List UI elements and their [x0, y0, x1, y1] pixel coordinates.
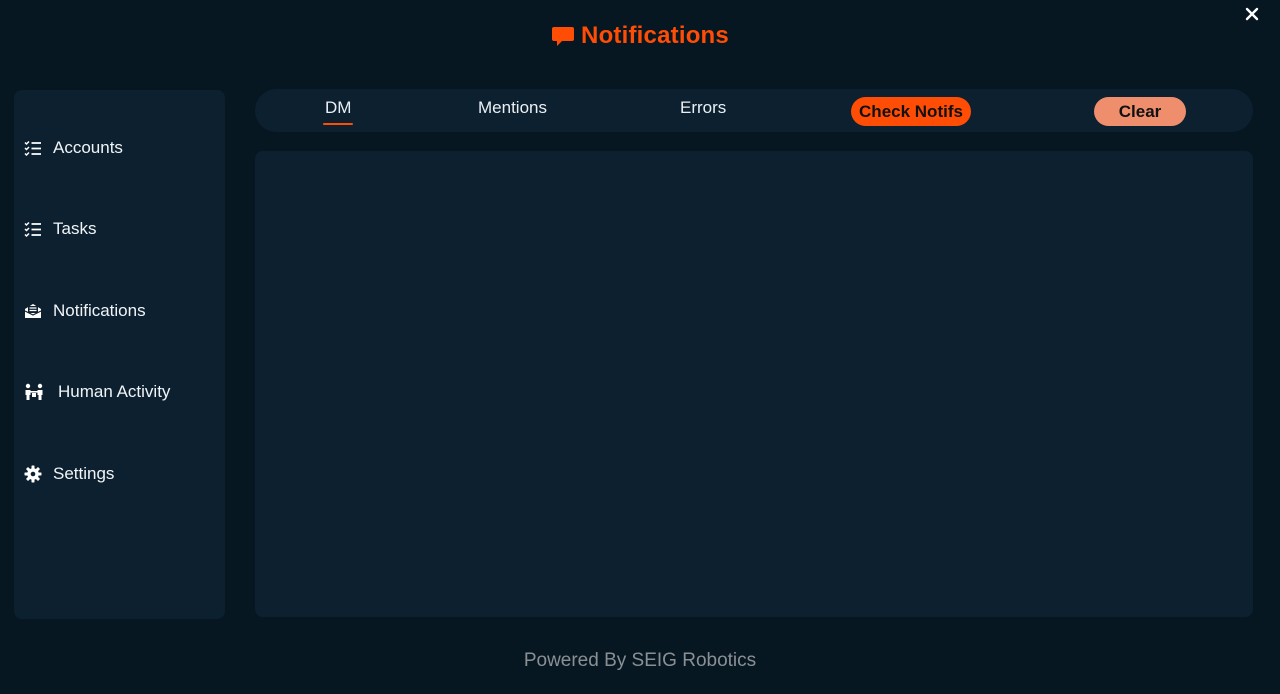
sidebar-item-label: Notifications: [53, 301, 146, 320]
notifications-list-panel: [255, 151, 1253, 617]
sidebar-item-human-activity[interactable]: Human Activity: [24, 378, 170, 406]
chat-bubble-icon: [551, 24, 575, 48]
footer-credit: Powered By SEIG Robotics: [523, 650, 757, 671]
sidebar-item-settings[interactable]: Settings: [24, 460, 114, 488]
close-button[interactable]: [1242, 6, 1262, 26]
sidebar-item-label: Accounts: [53, 138, 123, 157]
app-window: Notifications Accounts Tasks Notificatio…: [0, 0, 1280, 694]
tab-errors[interactable]: Errors: [680, 98, 726, 122]
sidebar: Accounts Tasks Notifications Human Activ…: [14, 90, 225, 619]
sidebar-item-notifications[interactable]: Notifications: [24, 297, 146, 325]
tab-mentions[interactable]: Mentions: [478, 98, 547, 122]
checklist-icon: [24, 220, 42, 238]
page-header: Notifications: [0, 22, 1280, 50]
close-icon: [1245, 7, 1259, 26]
sidebar-item-accounts[interactable]: Accounts: [24, 134, 123, 162]
envelope-open-icon: [24, 302, 42, 320]
sidebar-item-label: Human Activity: [58, 382, 171, 401]
sidebar-item-tasks[interactable]: Tasks: [24, 215, 96, 243]
check-notifs-button[interactable]: Check Notifs: [851, 97, 971, 126]
tab-dm[interactable]: DM: [322, 98, 354, 125]
gear-icon: [24, 465, 42, 483]
sidebar-item-label: Tasks: [53, 219, 97, 238]
people-icon: [24, 383, 44, 401]
tab-bar: DM Mentions Errors Check Notifs Clear: [255, 89, 1253, 132]
checklist-icon: [24, 139, 42, 157]
page-title: Notifications: [581, 22, 729, 49]
clear-button[interactable]: Clear: [1094, 97, 1186, 126]
sidebar-item-label: Settings: [53, 464, 115, 483]
